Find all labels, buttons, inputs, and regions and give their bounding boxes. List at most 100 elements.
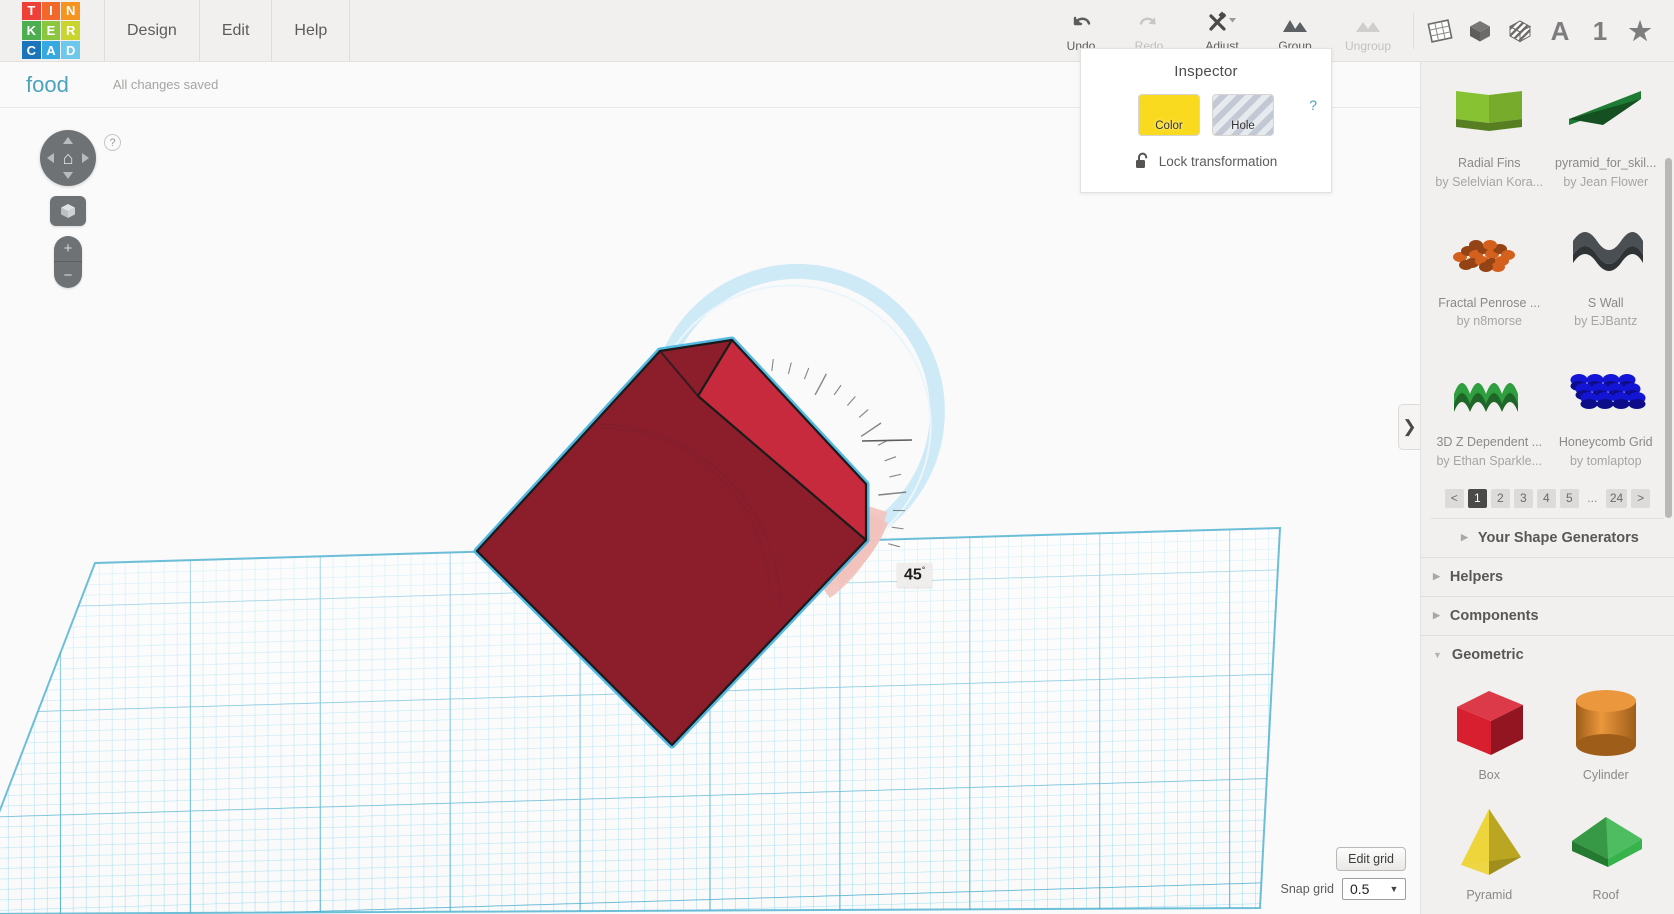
community-shape-cell[interactable]: 3D Z Dependent ... by Ethan Sparkle...	[1431, 341, 1548, 481]
view-orbit-pad[interactable]: ⌂	[40, 130, 96, 186]
zoom-in-button[interactable]: +	[54, 236, 82, 262]
shape-name: Radial Fins	[1457, 156, 1521, 170]
star-glyph: ★	[1628, 15, 1652, 46]
pagination-prev[interactable]: <	[1444, 488, 1464, 508]
menu-design[interactable]: Design	[104, 0, 200, 62]
edit-grid-button[interactable]: Edit grid	[1336, 847, 1406, 871]
text-icon[interactable]: A	[1540, 0, 1580, 62]
workplane-icon[interactable]	[1420, 0, 1460, 62]
orbit-right-icon[interactable]	[82, 153, 89, 163]
design-canvas[interactable]: 45° ? ⌂ + − Edit grid Snap grid 0.5 ▼	[0, 108, 1420, 914]
sidebar-section-helpers[interactable]: ▶ Helpers	[1421, 556, 1674, 596]
shape-author: by Selelvian Kora...	[1435, 174, 1544, 189]
menu-edit-label: Edit	[221, 21, 250, 39]
menu-help[interactable]: Help	[272, 0, 351, 62]
solid-cube-icon[interactable]	[1460, 0, 1500, 62]
community-shape-cell[interactable]: pyramid_for_skil... by Jean Flower	[1548, 62, 1665, 202]
section-label: Components	[1449, 607, 1539, 624]
sidebar-section-geometric[interactable]: ▼ Geometric	[1421, 634, 1674, 674]
pagination-page-last[interactable]: 24	[1605, 488, 1628, 508]
pagination-next[interactable]: >	[1631, 488, 1651, 508]
orbit-down-icon[interactable]	[63, 172, 73, 179]
community-shape-grid: Radial Fins by Selelvian Kora... pyramid_f…	[1421, 62, 1674, 481]
community-shape-cell[interactable]: Honeycomb Grid by tomlaptop	[1548, 341, 1665, 481]
geometric-shape-grid: Box Cylinder Pyramid Roof	[1421, 674, 1674, 914]
shape-author: by tomlaptop	[1569, 453, 1642, 468]
shape-thumbnail-icon	[1437, 800, 1541, 886]
color-swatch-button[interactable]: Color	[1138, 94, 1200, 136]
rotation-unit: °	[921, 565, 926, 575]
shape-thumbnail-icon	[1554, 347, 1658, 433]
shapes-sidebar: Radial Fins by Selelvian Kora... pyramid_f…	[1420, 62, 1674, 914]
zoom-out-button[interactable]: −	[54, 262, 82, 288]
community-shape-cell[interactable]: Fractal Penrose ... by n8morse	[1431, 202, 1548, 342]
shape-name: S Wall	[1587, 295, 1624, 310]
sidebar-section-your-shape-generators[interactable]: ▶ Your Shape Generators	[1431, 517, 1664, 557]
pagination-page-4[interactable]: 4	[1536, 488, 1556, 508]
snap-grid-select[interactable]: 0.5 ▼	[1342, 878, 1406, 900]
shape-name: Fractal Penrose ...	[1438, 295, 1541, 310]
sidebar-scrollbar[interactable]	[1665, 158, 1672, 518]
section-label: Helpers	[1449, 568, 1504, 585]
hole-cube-icon[interactable]	[1500, 0, 1540, 62]
logo-tile-i: I	[41, 1, 61, 21]
menu-edit[interactable]: Edit	[200, 0, 273, 62]
cube-icon	[61, 204, 75, 218]
pagination-page-5[interactable]: 5	[1559, 488, 1579, 508]
toolbar-divider	[1413, 12, 1414, 49]
orbit-left-icon[interactable]	[47, 153, 54, 163]
pagination-page-1[interactable]: 1	[1467, 488, 1487, 508]
fit-to-view-button[interactable]	[50, 196, 86, 226]
inspector-panel: Inspector ? Color Hole Lock transformati…	[1080, 48, 1332, 193]
sidebar-section-components[interactable]: ▶ Components	[1421, 595, 1674, 635]
snap-grid-value: 0.5	[1350, 881, 1370, 897]
shape-thumbnail-icon	[1554, 680, 1658, 766]
section-label: Your Shape Generators	[1477, 529, 1639, 546]
hole-swatch-button[interactable]: Hole	[1212, 94, 1274, 136]
geometric-shape-cell[interactable]: Cylinder	[1548, 674, 1665, 795]
help-icon[interactable]: ?	[104, 134, 121, 151]
chevron-down-icon: ▼	[1433, 649, 1442, 660]
workplane-grid	[0, 263, 1282, 914]
ungroup-button[interactable]: Ungroup	[1329, 0, 1407, 62]
community-shape-cell[interactable]: S Wall by EJBantz	[1548, 202, 1665, 342]
shape-author: by EJBantz	[1574, 314, 1638, 329]
undo-icon	[1068, 9, 1094, 35]
object-type-group: A 1 ★	[1420, 0, 1674, 62]
zoom-controls: + −	[54, 236, 82, 288]
grid-controls: Edit grid Snap grid 0.5 ▼	[1280, 847, 1406, 900]
orbit-up-icon[interactable]	[63, 137, 73, 144]
pagination-page-2[interactable]: 2	[1490, 488, 1510, 508]
home-view-icon[interactable]: ⌂	[63, 149, 74, 167]
shape-author: by Jean Flower	[1563, 174, 1649, 189]
text-glyph: A	[1550, 15, 1570, 46]
shape-thumbnail-icon	[1554, 208, 1658, 294]
chevron-right-icon: ▶	[1461, 532, 1468, 542]
tinkercad-logo[interactable]: TIN KER CAD	[22, 1, 80, 60]
top-toolbar: TINKERCAD Design Edit Help Undo Redo Adj…	[0, 0, 1674, 62]
geometric-shape-cell[interactable]: Roof	[1548, 794, 1665, 914]
lock-transformation-row[interactable]: Lock transformation	[1081, 152, 1331, 170]
project-name[interactable]: food	[26, 72, 69, 98]
number-glyph: 1	[1592, 15, 1608, 46]
section-label: Geometric	[1451, 646, 1524, 663]
favorite-icon[interactable]: ★	[1620, 0, 1660, 62]
snap-grid-row: Snap grid 0.5 ▼	[1280, 878, 1406, 900]
view-navigation-widget: ? ⌂ + −	[34, 130, 121, 288]
logo-tile-t: T	[22, 1, 41, 21]
shape-thumbnail-icon	[1437, 68, 1541, 154]
geometric-shape-cell[interactable]: Pyramid	[1431, 794, 1548, 914]
inspector-swatches: Color Hole	[1081, 94, 1331, 136]
geometric-shape-cell[interactable]: Box	[1431, 674, 1548, 795]
logo-tile-n: N	[61, 1, 80, 21]
number-icon[interactable]: 1	[1580, 0, 1620, 62]
menu-help-label: Help	[294, 21, 328, 39]
pagination-page-3[interactable]: 3	[1513, 488, 1533, 508]
sidebar-collapse-button[interactable]: ❯	[1398, 404, 1420, 450]
logo-tile-e: E	[41, 21, 61, 40]
community-shape-cell[interactable]: Radial Fins by Selelvian Kora...	[1431, 62, 1548, 202]
adjust-icon	[1205, 9, 1239, 35]
shape-thumbnail-icon	[1554, 68, 1658, 154]
menu-design-label: Design	[127, 21, 177, 39]
inspector-help-icon[interactable]: ?	[1309, 97, 1317, 113]
